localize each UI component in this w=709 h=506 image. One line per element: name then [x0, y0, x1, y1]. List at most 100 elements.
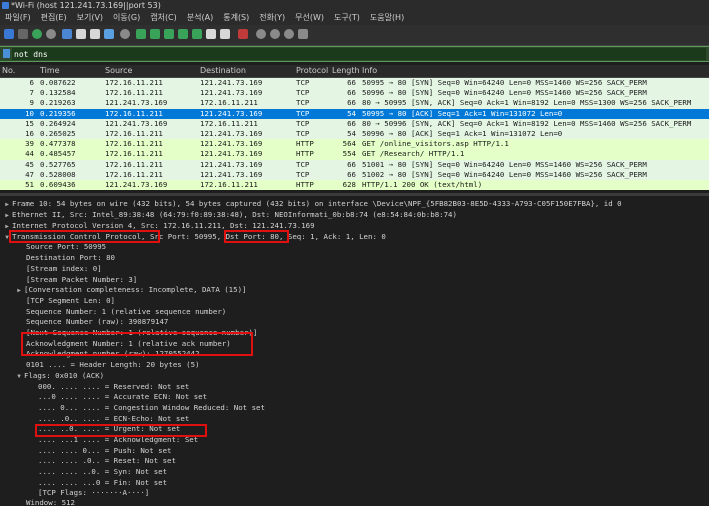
- restart-capture-icon[interactable]: [32, 29, 42, 39]
- packet-row-selected[interactable]: 10 0.219356 172.16.11.211 121.241.73.169 TCP…: [0, 108, 709, 119]
- col-protocol[interactable]: Protocol: [296, 65, 328, 77]
- packet-destination: 121.241.73.169: [200, 88, 263, 98]
- field-seq[interactable]: Sequence Number: 1 (relative sequence nu…: [26, 307, 226, 317]
- packet-protocol: TCP: [296, 169, 310, 179]
- col-info[interactable]: Info: [362, 65, 377, 77]
- bookmark-icon[interactable]: [3, 49, 10, 58]
- zoom-in-icon[interactable]: [256, 29, 266, 39]
- packet-no: 15: [25, 118, 34, 128]
- menu-view[interactable]: 보기(V): [72, 11, 108, 25]
- menu-analyze[interactable]: 분석(A): [182, 11, 218, 25]
- collapse-arrow-icon[interactable]: ▼: [14, 372, 24, 382]
- packet-row[interactable]: 45 0.527765 172.16.11.211 121.241.73.169 TCP…: [0, 160, 709, 170]
- menu-help[interactable]: 도움말(H): [365, 11, 409, 25]
- packet-row[interactable]: 9 0.219263 121.241.73.169 172.16.11.211 TCP 6…: [0, 98, 709, 108]
- menu-tools[interactable]: 도구(T): [329, 11, 365, 25]
- colorize-icon[interactable]: [220, 29, 230, 39]
- packet-length: 66: [347, 88, 356, 98]
- resize-columns-icon[interactable]: [298, 29, 308, 39]
- expand-arrow-icon[interactable]: ▶: [14, 286, 24, 296]
- packet-source: 172.16.11.211: [105, 128, 163, 138]
- display-filter-input[interactable]: [12, 48, 706, 60]
- field-tcp-flags[interactable]: [TCP Flags: ·······A····]: [38, 488, 149, 498]
- main-toolbar: [0, 25, 709, 46]
- field-source-port[interactable]: Source Port: 50995: [26, 242, 106, 252]
- flag-syn[interactable]: .... .... ..0. = Syn: Not set: [38, 467, 167, 477]
- packet-row[interactable]: 51 0.609436 121.241.73.169 172.16.11.211 HTT…: [0, 179, 709, 190]
- packet-length: 66: [347, 159, 356, 169]
- zoom-out-icon[interactable]: [270, 29, 280, 39]
- tree-conversation[interactable]: ▶ [Conversation completeness: Incomplete,…: [14, 285, 246, 295]
- packet-info: 80 → 50995 [SYN, ACK] Seq=0 Ack=1 Win=81…: [362, 98, 692, 108]
- flag-cwr[interactable]: .... 0... .... = Congestion Window Reduc…: [38, 403, 265, 413]
- packet-protocol: HTTP: [296, 139, 314, 149]
- col-destination[interactable]: Destination: [200, 65, 246, 77]
- start-capture-icon[interactable]: [4, 29, 14, 39]
- col-time[interactable]: Time: [40, 65, 60, 77]
- go-to-packet-icon[interactable]: [164, 29, 174, 39]
- open-file-icon[interactable]: [62, 29, 72, 39]
- field-header-length[interactable]: 0101 .... = Header Length: 20 bytes (5): [26, 360, 200, 370]
- save-file-icon[interactable]: [76, 29, 86, 39]
- menu-statistics[interactable]: 통계(S): [218, 11, 254, 25]
- pane-splitter[interactable]: [0, 193, 709, 196]
- field-segment-len[interactable]: [TCP Segment Len: 0]: [26, 296, 115, 306]
- packet-time: 0.087622: [40, 78, 76, 87]
- close-file-icon[interactable]: [90, 29, 100, 39]
- packet-source: 172.16.11.211: [105, 169, 163, 179]
- packet-row[interactable]: 15 0.264924 121.241.73.169 172.16.11.211 TCP…: [0, 119, 709, 129]
- menu-go[interactable]: 이동(G): [108, 11, 145, 25]
- packet-row[interactable]: 16 0.265025 172.16.11.211 121.241.73.169 TCP…: [0, 129, 709, 139]
- flag-reset[interactable]: .... .... .0.. = Reset: Not set: [38, 456, 176, 466]
- expand-arrow-icon[interactable]: ▶: [2, 200, 12, 210]
- field-stream-packet[interactable]: [Stream Packet Number: 3]: [26, 275, 137, 285]
- menu-wireless[interactable]: 무선(W): [290, 11, 329, 25]
- packet-info: 80 → 50996 [SYN, ACK] Seq=0 Ack=1 Win=81…: [362, 118, 692, 128]
- packet-row[interactable]: 39 0.477378 172.16.11.211 121.241.73.169 HTT…: [0, 139, 709, 150]
- field-destination-port[interactable]: Destination Port: 80: [26, 253, 115, 263]
- stop-capture-icon[interactable]: [18, 29, 28, 39]
- tree-flags[interactable]: ▼ Flags: 0x010 (ACK): [14, 371, 104, 381]
- flag-fin[interactable]: .... .... ...0 = Fin: Not set: [38, 478, 167, 488]
- auto-scroll-icon[interactable]: [206, 29, 216, 39]
- coloring-rules-icon[interactable]: [238, 29, 248, 39]
- flag-push[interactable]: .... .... 0... = Push: Not set: [38, 446, 172, 456]
- menu-file[interactable]: 파일(F): [0, 11, 36, 25]
- reload-file-icon[interactable]: [104, 29, 114, 39]
- expand-arrow-icon[interactable]: ▶: [2, 211, 12, 221]
- field-seq-raw[interactable]: Sequence Number (raw): 390879147: [26, 317, 168, 327]
- packet-info: 50995 → 80 [ACK] Seq=1 Ack=1 Win=131072 …: [362, 108, 563, 118]
- menu-edit[interactable]: 편집(E): [36, 11, 72, 25]
- tree-ethernet[interactable]: ▶ Ethernet II, Src: Intel_89:38:48 (64:79…: [2, 210, 457, 220]
- packet-row[interactable]: 6 0.087622 172.16.11.211 121.241.73.169 TCP 6…: [0, 78, 709, 88]
- packet-source: 172.16.11.211: [105, 139, 163, 149]
- go-back-icon[interactable]: [136, 29, 146, 39]
- menu-capture[interactable]: 캡처(C): [145, 11, 182, 25]
- col-source[interactable]: Source: [105, 65, 132, 77]
- find-packet-icon[interactable]: [120, 29, 130, 39]
- flag-ece[interactable]: .... .0.. .... = ECN-Echo: Not set: [38, 414, 189, 424]
- flag-accurate-ecn[interactable]: ...0 .... .... = Accurate ECN: Not set: [38, 392, 207, 402]
- first-packet-icon[interactable]: [178, 29, 188, 39]
- field-stream-index[interactable]: [Stream index: 0]: [26, 264, 102, 274]
- field-window[interactable]: Window: 512: [26, 498, 75, 506]
- packet-row[interactable]: 7 0.132584 172.16.11.211 121.241.73.169 TCP 6…: [0, 88, 709, 98]
- col-length[interactable]: Length: [332, 65, 360, 77]
- packet-no: 47: [25, 169, 34, 179]
- last-packet-icon[interactable]: [192, 29, 202, 39]
- col-no[interactable]: No.: [2, 65, 15, 77]
- tree-frame[interactable]: ▶ Frame 10: 54 bytes on wire (432 bits), …: [2, 199, 621, 210]
- flag-reserved[interactable]: 000. .... .... = Reserved: Not set: [38, 382, 189, 392]
- packet-destination: 121.241.73.169: [200, 139, 263, 149]
- capture-options-icon[interactable]: [46, 29, 56, 39]
- go-forward-icon[interactable]: [150, 29, 160, 39]
- packet-row[interactable]: 47 0.528008 172.16.11.211 121.241.73.169 TCP…: [0, 170, 709, 180]
- packet-protocol: TCP: [296, 159, 310, 169]
- menu-telephony[interactable]: 전화(Y): [254, 11, 290, 25]
- packet-destination: 121.241.73.169: [200, 128, 263, 138]
- normal-size-icon[interactable]: [284, 29, 294, 39]
- packet-info: 51001 → 80 [SYN] Seq=0 Win=64240 Len=0 M…: [362, 159, 647, 169]
- packet-row[interactable]: 44 0.485457 172.16.11.211 121.241.73.169 HTT…: [0, 149, 709, 160]
- packet-info: 50996 → 80 [SYN] Seq=0 Win=64240 Len=0 M…: [362, 88, 647, 98]
- packet-destination: 121.241.73.169: [200, 159, 263, 169]
